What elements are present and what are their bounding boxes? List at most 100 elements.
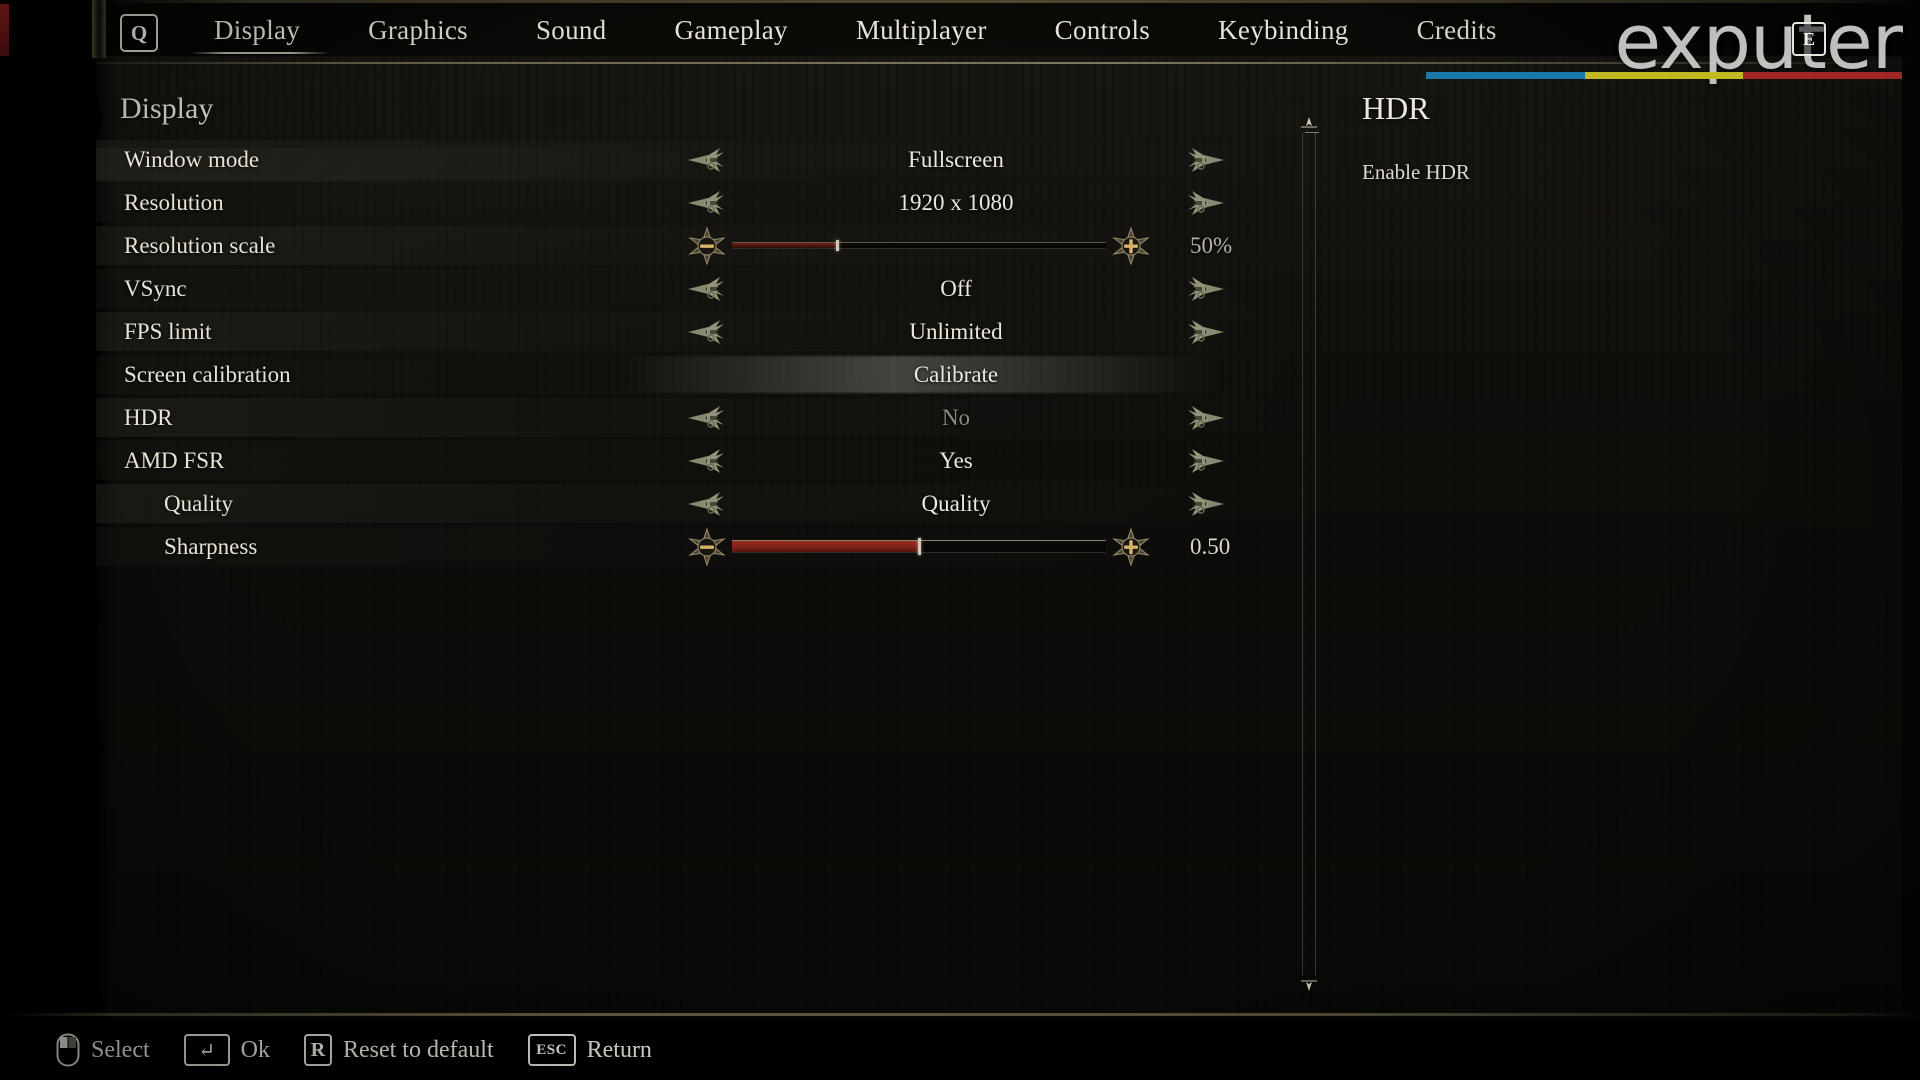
left-selector-arrow-icon[interactable] <box>686 274 728 304</box>
setting-info-panel: HDR Enable HDR <box>1352 72 1896 1010</box>
slider-control[interactable]: 0.50 <box>586 525 1308 568</box>
selector-control[interactable]: Quality <box>586 482 1308 525</box>
selector-value: 1920 x 1080 <box>898 189 1014 215</box>
right-selector-arrow-icon[interactable] <box>1184 489 1226 519</box>
setting-row[interactable]: Window mode Fullscreen <box>96 138 1308 181</box>
e-key-badge[interactable]: E <box>1792 22 1826 56</box>
footer-hint-label: Select <box>91 1036 150 1063</box>
footer-hint-label: Return <box>586 1036 652 1063</box>
right-selector-arrow-icon[interactable] <box>1184 274 1226 304</box>
selector-value: Unlimited <box>909 318 1003 344</box>
setting-row[interactable]: Resolution 1920 x 1080 <box>96 181 1308 224</box>
selector-control[interactable]: Fullscreen <box>586 138 1308 181</box>
right-selector-arrow-icon[interactable] <box>1184 317 1226 347</box>
slider-minus-button[interactable] <box>684 225 730 266</box>
setting-label: Quality <box>164 490 233 516</box>
slider-plus-button[interactable] <box>1108 225 1154 266</box>
tab-list: Display Graphics Sound Gameplay Multiplayer C… <box>180 11 1531 56</box>
selector-control[interactable]: Off <box>586 267 1308 310</box>
setting-label: HDR <box>124 404 173 430</box>
selector-value: Fullscreen <box>908 146 1004 172</box>
footer-hint[interactable]: ↵ Ok <box>183 1034 270 1066</box>
slider-value: 0.50 <box>1190 533 1231 559</box>
left-selector-arrow-icon[interactable] <box>686 145 728 175</box>
section-title: Display <box>120 92 214 125</box>
setting-row[interactable]: FPS limit Unlimited <box>96 310 1308 353</box>
slider-handle[interactable] <box>835 240 839 251</box>
action-value[interactable]: Calibrate <box>728 362 1184 388</box>
scrollbar-down-arrow-icon[interactable] <box>1300 978 1318 992</box>
slider-plus-button[interactable] <box>1108 526 1154 567</box>
left-selector-arrow-icon[interactable] <box>686 489 728 519</box>
setting-row[interactable]: Sharpness 0.50 <box>96 525 1308 568</box>
left-selector-arrow-icon[interactable] <box>686 403 728 433</box>
right-selector-arrow-icon[interactable] <box>1184 403 1226 433</box>
tab-credits[interactable]: Credits <box>1383 11 1531 56</box>
setting-label: VSync <box>124 275 187 301</box>
left-selector-arrow-icon[interactable] <box>686 446 728 476</box>
tab-sound[interactable]: Sound <box>502 11 641 56</box>
mouse-icon <box>56 1033 80 1067</box>
tab-controls[interactable]: Controls <box>1021 11 1184 56</box>
selector-control[interactable]: 1920 x 1080 <box>586 181 1308 224</box>
setting-row[interactable]: HDR No <box>96 396 1308 439</box>
setting-row[interactable]: Screen calibration Calibrate <box>96 353 1308 396</box>
selector-control[interactable]: Unlimited <box>586 310 1308 353</box>
torn-left-margin <box>0 0 96 1080</box>
tab-keybinding[interactable]: Keybinding <box>1184 11 1383 56</box>
red-corner-marker <box>0 4 9 56</box>
settings-tab-bar: Q Display Graphics Sound Gameplay Multiplaye… <box>96 0 1920 66</box>
slider-control[interactable]: 50% <box>586 224 1308 267</box>
footer-hint-label: Ok <box>240 1036 270 1063</box>
selector-value: Quality <box>921 490 991 516</box>
info-panel-description: Enable HDR <box>1362 160 1470 184</box>
esc-key-icon: ESC <box>527 1034 576 1066</box>
selector-control[interactable]: No <box>586 396 1308 439</box>
setting-label: Sharpness <box>164 533 258 559</box>
left-selector-arrow-icon[interactable] <box>686 188 728 218</box>
selector-value: No <box>941 404 971 430</box>
selector-control[interactable]: Yes <box>586 439 1308 482</box>
action-value-area[interactable]: Calibrate <box>586 353 1308 396</box>
selector-value: Yes <box>939 447 973 473</box>
info-panel-title: HDR <box>1362 90 1430 126</box>
footer-rail <box>0 1013 1920 1016</box>
setting-row[interactable]: VSync Off <box>96 267 1308 310</box>
slider-track[interactable] <box>732 538 1106 555</box>
tab-display[interactable]: Display <box>180 11 334 56</box>
slider-handle[interactable] <box>918 538 921 555</box>
settings-content: Display Window mode Fullscreen Resolution 1… <box>96 68 1308 1016</box>
footer-hint[interactable]: ESC Return <box>527 1034 652 1066</box>
footer-hint[interactable]: Select <box>56 1033 150 1067</box>
tab-bar-underline <box>96 62 1920 64</box>
right-selector-arrow-icon[interactable] <box>1184 145 1226 175</box>
setting-row[interactable]: AMD FSR Yes <box>96 439 1308 482</box>
slider-track[interactable] <box>732 240 1106 251</box>
slider-fill <box>732 243 837 248</box>
q-key-badge[interactable]: Q <box>120 14 158 52</box>
setting-label: AMD FSR <box>124 447 225 473</box>
setting-label: Screen calibration <box>124 361 291 387</box>
right-selector-arrow-icon[interactable] <box>1184 188 1226 218</box>
setting-row[interactable]: Quality Quality <box>96 482 1308 525</box>
scrollbar-up-arrow-icon[interactable] <box>1300 116 1318 130</box>
selector-value: Off <box>940 275 972 301</box>
slider-minus-button[interactable] <box>684 526 730 567</box>
setting-label: FPS limit <box>124 318 212 344</box>
tab-multiplayer[interactable]: Multiplayer <box>822 11 1021 56</box>
settings-rows: Window mode Fullscreen Resolution 1920 x 10… <box>96 138 1308 568</box>
game-settings-screen: Q Display Graphics Sound Gameplay Multiplaye… <box>0 0 1920 1080</box>
left-selector-arrow-icon[interactable] <box>686 317 728 347</box>
setting-row[interactable]: Resolution scale 50% <box>96 224 1308 267</box>
enter-key-icon: ↵ <box>183 1034 230 1066</box>
setting-label: Window mode <box>124 146 260 172</box>
tab-gameplay[interactable]: Gameplay <box>641 11 822 56</box>
right-selector-arrow-icon[interactable] <box>1184 446 1226 476</box>
footer-hint-bar: Select ↵ Ok R Reset to default ESC Return <box>0 1020 1920 1080</box>
slider-fill <box>732 541 919 552</box>
setting-label: Resolution <box>124 189 224 215</box>
footer-hint-label: Reset to default <box>342 1036 494 1063</box>
r-key-icon: R <box>303 1034 332 1066</box>
footer-hint[interactable]: R Reset to default <box>303 1034 494 1066</box>
tab-graphics[interactable]: Graphics <box>334 11 502 56</box>
